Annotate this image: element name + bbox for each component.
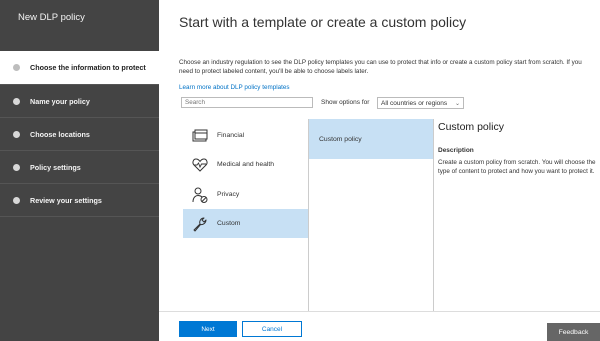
learn-more-link[interactable]: Learn more about DLP policy templates — [179, 84, 290, 91]
next-button[interactable]: Next — [179, 321, 237, 337]
heart-pulse-icon — [192, 157, 208, 172]
category-list: Financial Medical and health Privacy Cus… — [183, 119, 308, 311]
template-label: Custom policy — [319, 136, 362, 143]
privacy-person-icon — [192, 187, 208, 203]
category-custom[interactable]: Custom — [183, 209, 308, 238]
step-indicator-dot — [13, 196, 20, 204]
wizard-sidebar: New DLP policy Choose the information to… — [0, 0, 159, 341]
region-selected-value: All countries or regions — [381, 99, 448, 107]
step-label: Review your settings — [30, 195, 102, 205]
step-indicator-dot — [13, 97, 20, 105]
template-custom-policy[interactable]: Custom policy — [309, 119, 433, 159]
show-options-label: Show options for — [321, 99, 370, 106]
region-dropdown[interactable]: All countries or regions ⌄ — [377, 97, 464, 109]
step-label: Choose locations — [30, 129, 90, 139]
page-description: Choose an industry regulation to see the… — [179, 59, 582, 75]
wrench-icon — [193, 217, 207, 231]
category-label: Financial — [217, 132, 245, 139]
detail-title: Custom policy — [438, 121, 504, 133]
category-label: Medical and health — [217, 161, 275, 168]
category-medical-health[interactable]: Medical and health — [183, 150, 308, 179]
footer-divider — [159, 311, 600, 312]
step-indicator-dot — [13, 64, 20, 71]
step-label: Policy settings — [30, 162, 81, 172]
template-details: Custom policy Description Create a custo… — [438, 121, 600, 176]
search-input[interactable] — [181, 97, 313, 108]
feedback-button[interactable]: Feedback — [547, 323, 600, 341]
detail-subtitle: Description — [438, 147, 474, 154]
cancel-button[interactable]: Cancel — [242, 321, 302, 337]
step-label: Name your policy — [30, 96, 90, 106]
category-privacy[interactable]: Privacy — [183, 180, 308, 209]
step-indicator-dot — [13, 163, 20, 171]
step-policy-settings[interactable]: Policy settings — [0, 150, 159, 183]
category-financial[interactable]: Financial — [183, 121, 308, 150]
step-label: Choose the information to protect — [30, 63, 146, 72]
step-name-policy[interactable]: Name your policy — [0, 84, 159, 117]
wizard-title: New DLP policy — [18, 12, 85, 23]
step-indicator-dot — [13, 130, 20, 138]
detail-description: Create a custom policy from scratch. You… — [438, 159, 596, 175]
step-choose-information[interactable]: Choose the information to protect — [0, 51, 159, 84]
step-choose-locations[interactable]: Choose locations — [0, 117, 159, 150]
column-divider — [433, 119, 434, 311]
chevron-down-icon: ⌄ — [454, 100, 460, 107]
category-label: Privacy — [217, 191, 240, 198]
page-title: Start with a template or create a custom… — [179, 14, 467, 30]
category-label: Custom — [217, 220, 241, 227]
financial-card-icon — [192, 129, 208, 141]
step-review-settings[interactable]: Review your settings — [0, 183, 159, 217]
main-panel: Start with a template or create a custom… — [159, 0, 600, 341]
template-list: Custom policy — [309, 119, 433, 311]
